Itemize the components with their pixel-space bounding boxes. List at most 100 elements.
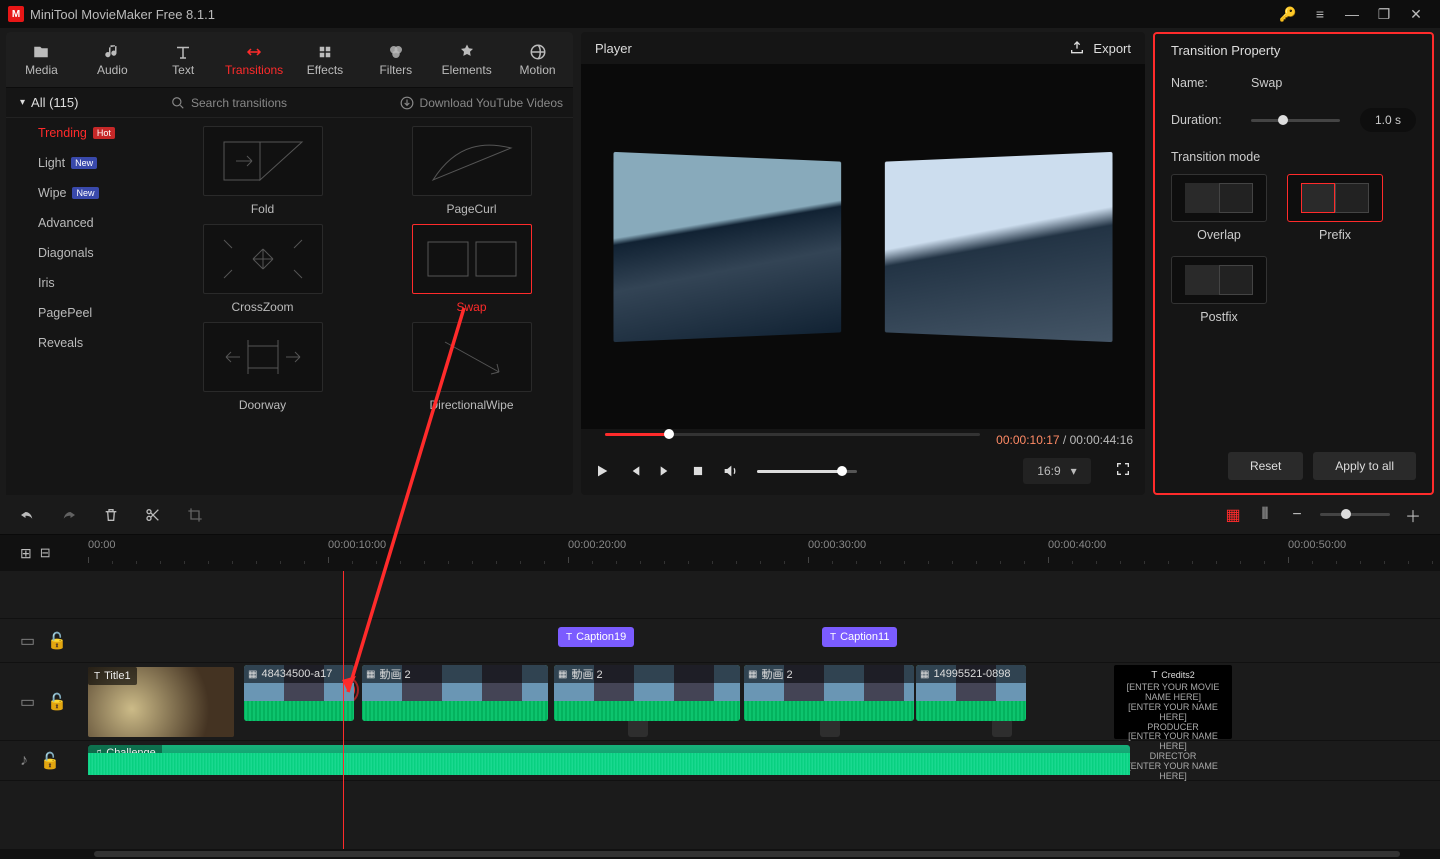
lock-icon[interactable]: 🔓 (40, 751, 60, 771)
preview-frame-left (613, 151, 841, 341)
caption-clip[interactable]: TCaption11 (822, 627, 897, 647)
tab-media[interactable]: Media (6, 32, 77, 87)
category-pagepeel[interactable]: PagePeel (6, 298, 161, 328)
mode-overlap[interactable]: Overlap (1171, 174, 1267, 242)
player-pane: Player Export 00:00:10:17 / 00:00:44:16 (581, 32, 1145, 495)
tracks-area: ▭ 🔓 TCaption19 TCaption11 ▭ 🔓 TTitle1 TCr… (0, 571, 1440, 849)
transition-fold[interactable]: Fold (173, 126, 352, 216)
download-youtube-link[interactable]: Download YouTube Videos (400, 96, 563, 110)
player-title: Player (595, 41, 632, 56)
menu-button[interactable]: ≡ (1304, 6, 1336, 22)
timeline: ▦ ⫴ − ＋ ⊞ ⊟ 00:0000:00:10:0000:00:20:000… (0, 495, 1440, 859)
text-icon: T (94, 671, 100, 682)
duration-slider[interactable] (1251, 119, 1340, 122)
align-icon[interactable]: ⫴ (1256, 506, 1274, 524)
volume-slider[interactable] (757, 470, 857, 473)
download-icon (400, 96, 414, 110)
video-clip[interactable]: ▦動画 2 (744, 665, 914, 721)
zoom-out-button[interactable]: − (1288, 506, 1306, 524)
magnet-icon[interactable]: ▦ (1224, 505, 1242, 525)
minimize-button[interactable]: — (1336, 6, 1368, 22)
playhead[interactable] (343, 571, 344, 849)
category-header[interactable]: All (115) (6, 88, 161, 118)
delete-button[interactable] (102, 507, 120, 523)
mode-prefix[interactable]: Prefix (1287, 174, 1383, 242)
aspect-ratio-select[interactable]: 16:9▾ (1023, 458, 1091, 484)
transition-property-panel: Transition Property Name: Swap Duration:… (1153, 32, 1434, 495)
transition-doorway[interactable]: Doorway (173, 322, 352, 412)
maximize-button[interactable]: ❐ (1368, 6, 1400, 23)
export-button[interactable]: Export (1069, 40, 1131, 56)
category-advanced[interactable]: Advanced (6, 208, 161, 238)
export-icon (1069, 40, 1085, 56)
tab-effects[interactable]: Effects (290, 32, 361, 87)
transition-crosszoom[interactable]: CrossZoom (173, 224, 352, 314)
undo-button[interactable] (18, 506, 36, 524)
tab-motion[interactable]: Motion (502, 32, 573, 87)
key-icon[interactable]: 🔑 (1272, 6, 1304, 23)
tab-transitions[interactable]: Transitions (219, 32, 290, 87)
video-clip[interactable]: ▦14995521-0898 (916, 665, 1026, 721)
redo-button[interactable] (60, 506, 78, 524)
apply-all-button[interactable]: Apply to all (1313, 452, 1416, 480)
text-track-icon[interactable]: ▭ (20, 631, 35, 651)
credits-clip[interactable]: TCredits2 [ENTER YOUR MOVIE NAME HERE][E… (1114, 665, 1232, 739)
time-ruler[interactable]: 00:0000:00:10:0000:00:20:0000:00:30:0000… (88, 535, 1440, 571)
volume-button[interactable] (721, 462, 739, 480)
time-display: 00:00:10:17 / 00:00:44:16 (996, 433, 1133, 447)
tab-audio[interactable]: Audio (77, 32, 148, 87)
tab-text[interactable]: Text (148, 32, 219, 87)
tab-elements[interactable]: Elements (431, 32, 502, 87)
audio-clip[interactable]: ♫Challenge (88, 745, 1130, 775)
video-track[interactable]: TTitle1 TCredits2 [ENTER YOUR MOVIE NAME… (88, 663, 1440, 740)
video-track-icon[interactable]: ▭ (20, 692, 35, 712)
add-track-icon[interactable]: ⊞ (20, 545, 32, 562)
category-reveals[interactable]: Reveals (6, 328, 161, 358)
name-value: Swap (1251, 76, 1282, 90)
transition-grid: Fold PageCurl CrossZoom Swap Doorway Directio… (161, 118, 573, 495)
next-button[interactable] (657, 462, 675, 480)
horizontal-scrollbar[interactable] (0, 849, 1440, 859)
prev-button[interactable] (625, 462, 643, 480)
search-input[interactable]: Search transitions (171, 96, 392, 110)
play-button[interactable] (593, 462, 611, 480)
duration-value[interactable]: 1.0 s (1360, 108, 1416, 132)
stop-button[interactable] (689, 462, 707, 480)
text-icon: T (1151, 670, 1157, 681)
chevron-down-icon: ▾ (1071, 464, 1077, 478)
search-icon (171, 96, 185, 110)
title-bar: M MiniTool MovieMaker Free 8.1.1 🔑 ≡ — ❐… (0, 0, 1440, 28)
reset-button[interactable]: Reset (1228, 452, 1303, 480)
caption-clip[interactable]: TCaption19 (558, 627, 634, 647)
preview-area[interactable] (581, 64, 1145, 429)
seek-bar[interactable] (593, 433, 992, 447)
transition-directionalwipe[interactable]: DirectionalWipe (382, 322, 561, 412)
zoom-slider[interactable] (1320, 513, 1390, 516)
category-light[interactable]: LightNew (6, 148, 161, 178)
collapse-icon[interactable]: ⊟ (40, 545, 51, 561)
category-diagonals[interactable]: Diagonals (6, 238, 161, 268)
app-title: MiniTool MovieMaker Free 8.1.1 (30, 7, 215, 22)
category-wipe[interactable]: WipeNew (6, 178, 161, 208)
close-button[interactable]: ✕ (1400, 6, 1432, 23)
category-iris[interactable]: Iris (6, 268, 161, 298)
lock-icon[interactable]: 🔓 (47, 631, 67, 651)
title-clip[interactable]: TTitle1 (88, 667, 234, 737)
video-clip[interactable]: ▦動画 2 (362, 665, 548, 721)
split-button[interactable] (144, 507, 162, 523)
mode-postfix[interactable]: Postfix (1171, 256, 1267, 324)
transition-pagecurl[interactable]: PageCurl (382, 126, 561, 216)
video-clip[interactable]: ▦動画 2 (554, 665, 740, 721)
name-label: Name: (1171, 76, 1231, 90)
zoom-in-button[interactable]: ＋ (1404, 503, 1422, 527)
transition-swap[interactable]: Swap (382, 224, 561, 314)
lock-icon[interactable]: 🔓 (47, 692, 67, 712)
caption-track[interactable]: TCaption19 TCaption11 (88, 619, 1440, 662)
audio-track[interactable]: ♫Challenge (88, 741, 1440, 780)
video-clip[interactable]: ▦48434500-a17 (244, 665, 354, 721)
crop-button[interactable] (186, 507, 204, 523)
audio-track-icon[interactable]: ♪ (20, 752, 28, 770)
tab-filters[interactable]: Filters (360, 32, 431, 87)
fullscreen-button[interactable] (1115, 461, 1133, 482)
category-trending[interactable]: TrendingHot (6, 118, 161, 148)
